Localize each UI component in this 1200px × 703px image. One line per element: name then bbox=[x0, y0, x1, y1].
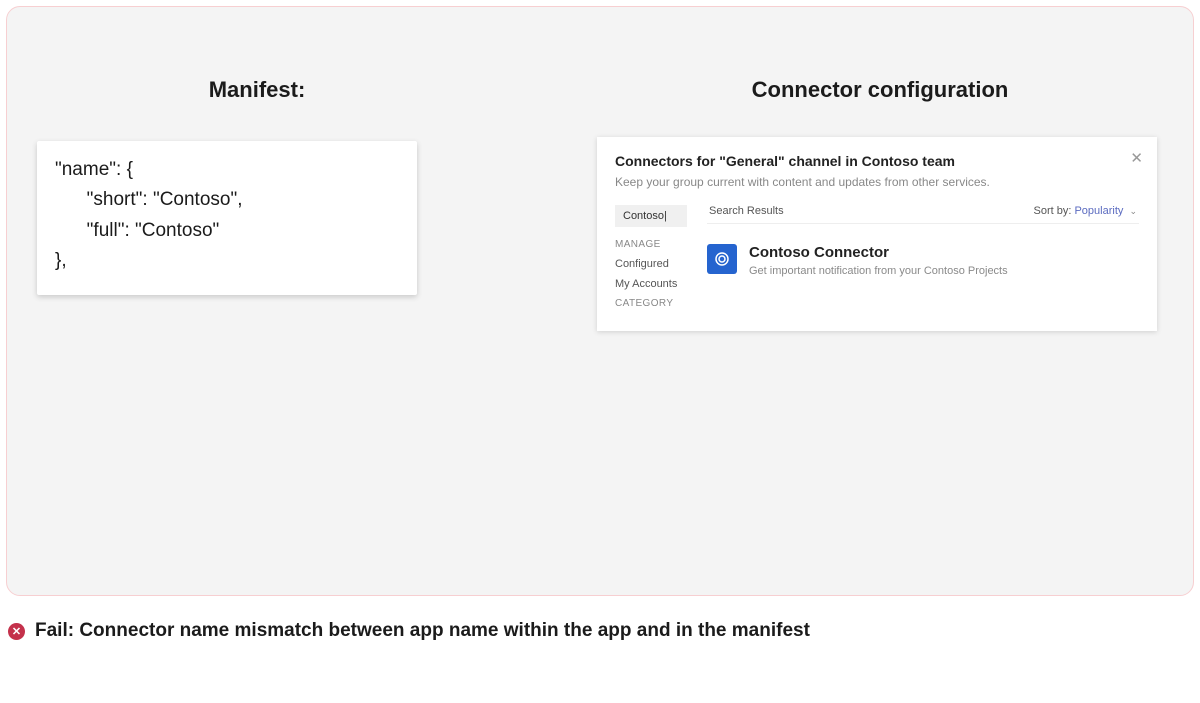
search-results-label: Search Results bbox=[709, 205, 784, 217]
sort-by-label: Sort by: bbox=[1034, 205, 1072, 217]
connector-app-description: Get important notification from your Con… bbox=[749, 265, 1008, 277]
columns: Manifest: "name": { "short": "Contoso", … bbox=[37, 77, 1163, 331]
dialog-subtitle: Keep your group current with content and… bbox=[615, 175, 1139, 189]
fail-icon: ✕ bbox=[8, 623, 25, 640]
chevron-down-icon: ⌄ bbox=[1129, 206, 1137, 216]
dialog-body: Contoso| MANAGE Configured My Accounts C… bbox=[615, 205, 1139, 317]
search-input[interactable]: Contoso| bbox=[615, 205, 687, 227]
fail-text: Fail: Connector name mismatch between ap… bbox=[35, 620, 810, 642]
dialog-title: Connectors for "General" channel in Cont… bbox=[615, 153, 1139, 169]
connector-result-text: Contoso Connector Get important notifica… bbox=[749, 244, 1008, 277]
comparison-frame: Manifest: "name": { "short": "Contoso", … bbox=[6, 6, 1194, 596]
sidebar-item-configured[interactable]: Configured bbox=[615, 258, 707, 270]
connector-app-name: Contoso Connector bbox=[749, 244, 1008, 261]
sort-by-value: Popularity bbox=[1074, 205, 1123, 217]
sidebar-category-label: CATEGORY bbox=[615, 298, 707, 309]
sidebar-manage-label: MANAGE bbox=[615, 239, 707, 250]
fail-message-row: ✕ Fail: Connector name mismatch between … bbox=[6, 620, 1194, 642]
results-header: Search Results Sort by: Popularity ⌄ bbox=[707, 205, 1139, 224]
manifest-column: Manifest: "name": { "short": "Contoso", … bbox=[37, 77, 417, 331]
sort-by[interactable]: Sort by: Popularity ⌄ bbox=[1034, 205, 1138, 217]
dialog-sidebar: Contoso| MANAGE Configured My Accounts C… bbox=[615, 205, 707, 317]
sidebar-item-my-accounts[interactable]: My Accounts bbox=[615, 278, 707, 290]
connector-dialog: ✕ Connectors for "General" channel in Co… bbox=[597, 137, 1157, 331]
connector-column: Connector configuration ✕ Connectors for… bbox=[597, 77, 1163, 331]
close-icon[interactable]: ✕ bbox=[1130, 149, 1143, 167]
manifest-code-card: "name": { "short": "Contoso", "full": "C… bbox=[37, 141, 417, 295]
connector-result-item[interactable]: Contoso Connector Get important notifica… bbox=[707, 244, 1139, 277]
connector-app-icon bbox=[707, 244, 737, 274]
results-area: Search Results Sort by: Popularity ⌄ bbox=[707, 205, 1139, 317]
connector-heading: Connector configuration bbox=[597, 77, 1163, 103]
manifest-heading: Manifest: bbox=[97, 77, 417, 103]
